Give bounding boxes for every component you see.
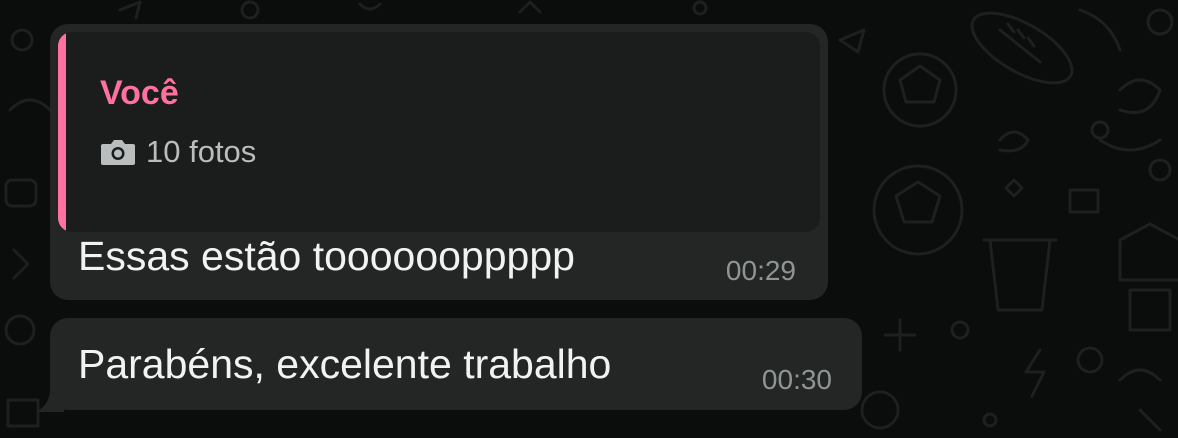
message-timestamp: 00:30	[761, 364, 832, 395]
camera-icon	[101, 139, 135, 165]
message-bubble[interactable]: Você 10 fotos Essas estão tooooooppppp 0…	[50, 24, 828, 300]
message-timestamp: 00:29	[725, 255, 796, 286]
quote-accent-bar	[58, 32, 66, 232]
message-bubble[interactable]: Parabéns, excelente trabalho 00:30	[50, 318, 862, 410]
message-text: Essas estão tooooooppppp	[78, 233, 575, 279]
quoted-message[interactable]: Você 10 fotos	[58, 32, 820, 232]
message-text: Parabéns, excelente trabalho	[78, 341, 612, 387]
quote-media-label: 10 fotos	[146, 134, 257, 169]
quote-media-info: 10 fotos	[100, 136, 256, 167]
quote-author: Você	[100, 74, 179, 112]
